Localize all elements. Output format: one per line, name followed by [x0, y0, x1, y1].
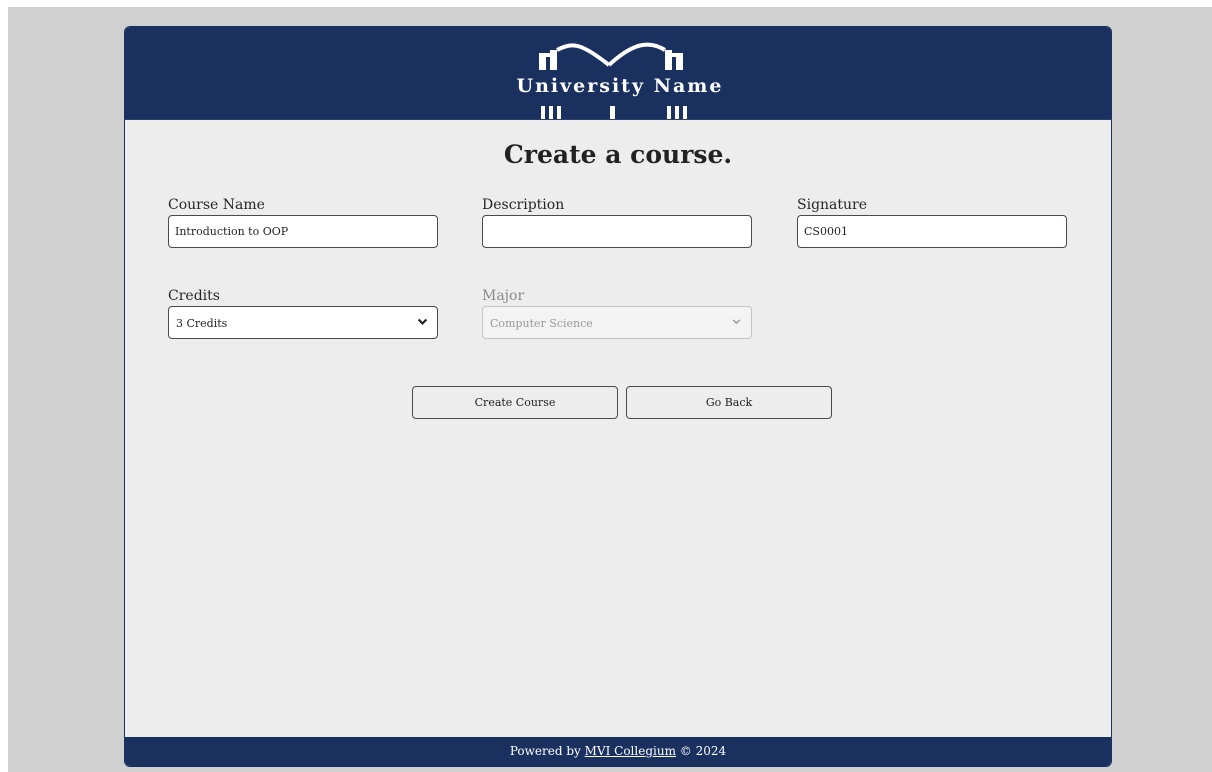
course-name-field: Course Name [168, 197, 438, 249]
university-name: University Name [516, 75, 724, 97]
major-select: Computer Science [482, 306, 752, 339]
footer-prefix: Powered by [509, 744, 585, 758]
signature-field: Signature [797, 197, 1067, 249]
signature-label: Signature [797, 197, 868, 213]
page-title: Create a course. [503, 140, 733, 169]
footer-suffix: © 2024 [675, 744, 727, 758]
credits-selected-value: 3 Credits [176, 317, 228, 330]
site-footer: Powered by MVI Collegium © 2024 [125, 737, 1111, 766]
university-logo[interactable]: University Name [515, 35, 725, 119]
chevron-down-icon [732, 319, 741, 325]
description-input[interactable] [482, 215, 752, 248]
browser-viewport: University Name Create a course. Course … [8, 7, 1212, 772]
description-field: Description [482, 197, 752, 249]
description-label: Description [482, 197, 565, 213]
course-name-input[interactable] [168, 215, 438, 248]
credits-select[interactable]: 3 Credits [168, 306, 438, 339]
major-selected-value: Computer Science [490, 317, 593, 330]
signature-input[interactable] [797, 215, 1067, 248]
major-field: Major Computer Science [482, 288, 752, 340]
chevron-down-icon [417, 318, 428, 326]
create-course-button[interactable]: Create Course [412, 386, 618, 419]
course-name-label: Course Name [168, 197, 265, 213]
major-label: Major [482, 288, 525, 304]
page-card: University Name Create a course. Course … [124, 26, 1112, 767]
go-back-button[interactable]: Go Back [626, 386, 832, 419]
credits-field: Credits 3 Credits [168, 288, 438, 340]
footer-link[interactable]: MVI Collegium [585, 744, 676, 758]
credits-label: Credits [168, 288, 220, 304]
site-header: University Name [125, 27, 1111, 120]
